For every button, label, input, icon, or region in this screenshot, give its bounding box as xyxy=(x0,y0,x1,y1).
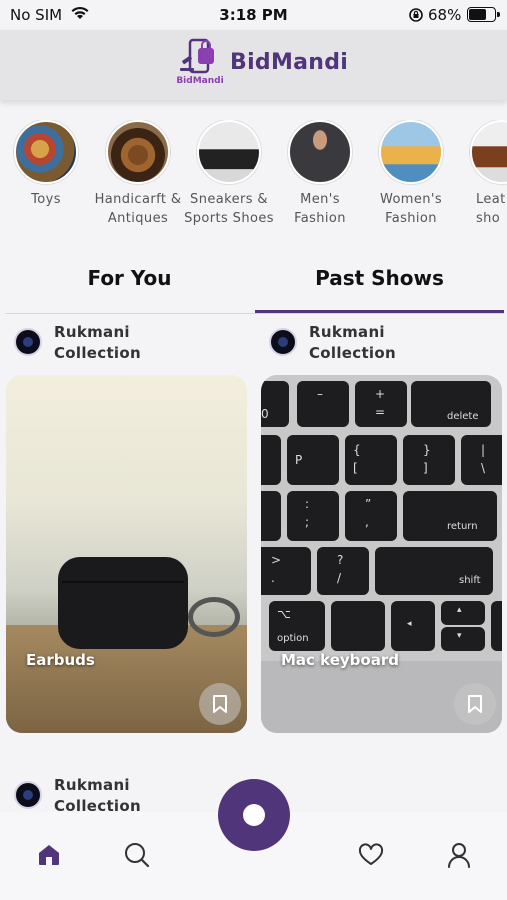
category-toys[interactable]: Toys xyxy=(0,120,92,209)
bookmark-button[interactable] xyxy=(199,683,241,725)
category-leather-shoes[interactable]: Leat sho xyxy=(456,120,507,228)
avatar xyxy=(269,328,297,356)
category-label: Handicarft & Antiques xyxy=(94,192,182,226)
seller-header[interactable]: Rukmani Collection xyxy=(14,322,234,366)
category-label: Sneakers & Sports Shoes xyxy=(184,192,274,226)
app-logo: BidMandi xyxy=(174,38,226,90)
category-sneakers[interactable]: Sneakers & Sports Shoes xyxy=(183,120,275,228)
seller-name: Rukmani Collection xyxy=(54,323,141,362)
mens-fashion-image xyxy=(288,120,352,184)
category-womens-fashion[interactable]: Women's Fashion xyxy=(365,120,457,228)
category-label: Toys xyxy=(31,192,61,207)
category-label: Men's Fashion xyxy=(294,192,346,226)
sneakers-image xyxy=(197,120,261,184)
app-header: BidMandi BidMandi xyxy=(0,30,507,100)
toys-image xyxy=(14,120,78,184)
bookmark-icon xyxy=(213,695,227,713)
profile-icon[interactable] xyxy=(444,840,474,870)
category-strip: Toys Handicarft & Antiques Sneakers & Spor… xyxy=(0,120,507,230)
seller-header[interactable]: Rukmani Collection xyxy=(14,775,214,815)
category-mens-fashion[interactable]: Men's Fashion xyxy=(274,120,366,228)
status-bar: No SIM 3:18 PM 68% xyxy=(0,0,507,30)
battery-percent: 68% xyxy=(428,6,462,24)
seller-name: Rukmani Collection xyxy=(309,323,396,362)
category-label: Women's Fashion xyxy=(379,192,443,226)
logo-text: BidMandi xyxy=(176,76,224,86)
active-tab-indicator xyxy=(255,310,504,313)
bookmark-button[interactable] xyxy=(454,683,496,725)
handicraft-image xyxy=(106,120,170,184)
go-live-button[interactable] xyxy=(218,779,290,851)
avatar xyxy=(14,781,42,809)
app-title: BidMandi xyxy=(230,50,349,75)
category-handicraft[interactable]: Handicarft & Antiques xyxy=(92,120,184,228)
product-card-mac-keyboard[interactable]: 0 – + = delete P {[ }] | \ :; ”, return >.… xyxy=(261,375,502,733)
category-label: Leat sho xyxy=(476,192,506,226)
earbuds-case xyxy=(58,557,188,649)
product-title: Earbuds xyxy=(26,651,95,669)
tab-past-shows[interactable]: Past Shows xyxy=(255,258,504,313)
womens-fashion-image xyxy=(379,120,443,184)
tab-for-you[interactable]: For You xyxy=(5,258,254,313)
heart-icon[interactable] xyxy=(356,840,386,870)
record-live-icon xyxy=(243,804,265,826)
seller-header[interactable]: Rukmani Collection xyxy=(269,322,489,366)
battery-icon xyxy=(467,7,500,22)
product-title: Mac keyboard xyxy=(281,651,399,669)
avatar xyxy=(14,328,42,356)
bookmark-icon xyxy=(468,695,482,713)
feed-tabs: For You Past Shows xyxy=(5,258,504,314)
home-icon[interactable] xyxy=(34,840,64,870)
seller-name: Rukmani Collection xyxy=(54,776,141,815)
product-card-earbuds[interactable]: Earbuds xyxy=(6,375,247,733)
leather-shoes-image xyxy=(470,120,507,184)
search-icon[interactable] xyxy=(122,840,152,870)
rotation-lock-icon xyxy=(408,7,424,27)
